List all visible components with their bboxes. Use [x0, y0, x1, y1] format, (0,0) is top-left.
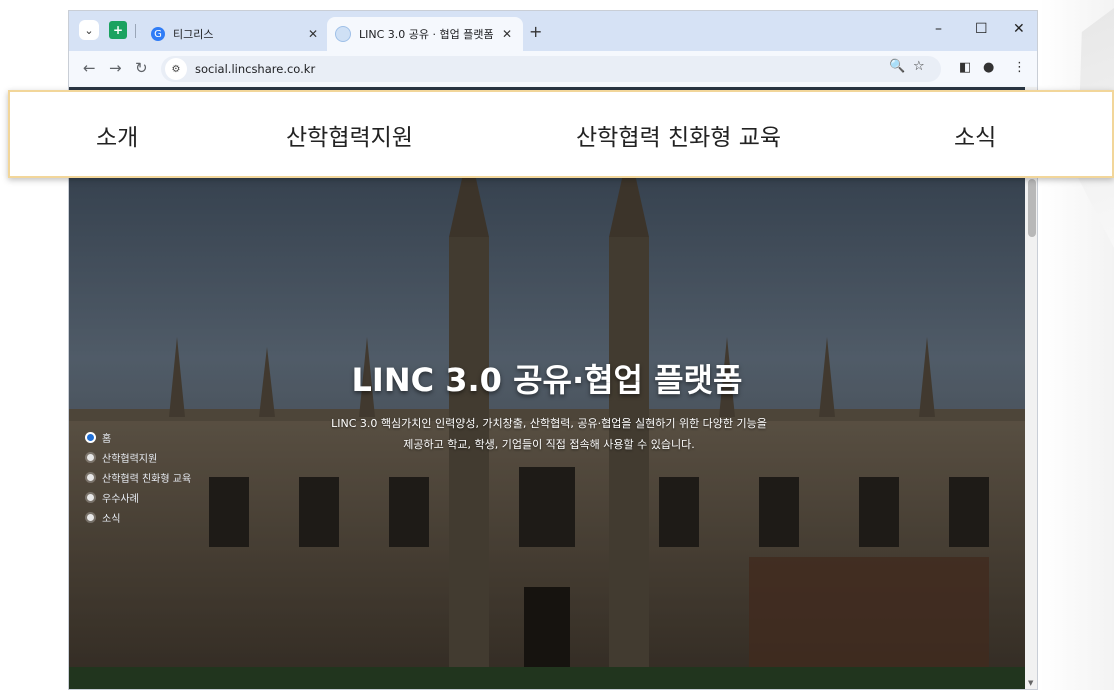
- menu-kebab-icon[interactable]: ⋮: [1013, 60, 1026, 75]
- forward-icon[interactable]: →: [109, 59, 122, 77]
- side-nav-item-cases[interactable]: 우수사례: [87, 487, 191, 507]
- dot-icon: [87, 453, 94, 461]
- nav-item-intro[interactable]: 소개: [96, 118, 138, 152]
- profile-icon[interactable]: ●: [983, 60, 994, 75]
- hero-title: LINC 3.0 공유·협업 플랫폼: [351, 361, 743, 399]
- side-nav-item-home[interactable]: 홈: [87, 427, 191, 447]
- tab-separator: [135, 24, 136, 38]
- maximize-icon[interactable]: ☐: [975, 21, 988, 37]
- scroll-down-icon[interactable]: ▼: [1028, 679, 1033, 687]
- dot-icon: [87, 473, 94, 481]
- nav-item-news[interactable]: 소식: [954, 118, 996, 152]
- side-nav-label: 홈: [102, 433, 112, 445]
- browser-toolbar: ← → ↻ ⚙ social.lincshare.co.kr 🔍 ☆ ◧ ● ⋮: [69, 51, 1037, 87]
- url-text[interactable]: social.lincshare.co.kr: [195, 62, 315, 76]
- tab-strip: ⌄ + G 티그리스 ✕ LINC 3.0 공유 · 협업 플랫폼 ✕ + – …: [69, 11, 1037, 51]
- zoom-icon[interactable]: 🔍: [889, 59, 905, 74]
- side-nav-label: 산학협력지원: [102, 453, 158, 465]
- hero-description-line: 제공하고 학교, 학생, 기업들이 직접 접속해 사용할 수 있습니다.: [403, 438, 695, 451]
- tab-title: 티그리스: [173, 28, 214, 41]
- top-navigation-zoomed: 소개 산학협력지원 산학협력 친화형 교육 소식: [8, 90, 1114, 178]
- tab-tigris[interactable]: G 티그리스 ✕: [143, 17, 329, 51]
- side-nav-item-news[interactable]: 소식: [87, 507, 191, 527]
- tab-linc[interactable]: LINC 3.0 공유 · 협업 플랫폼 ✕: [327, 17, 523, 51]
- nav-item-support[interactable]: 산학협력지원: [286, 118, 413, 152]
- dot-icon: [87, 513, 94, 521]
- site-info-icon[interactable]: ⚙: [165, 58, 187, 80]
- bookmark-star-icon[interactable]: ☆: [913, 59, 925, 74]
- back-icon[interactable]: ←: [83, 59, 96, 77]
- dot-icon: [87, 493, 94, 501]
- favicon-tigris: G: [151, 27, 165, 41]
- new-tab-icon[interactable]: +: [529, 22, 542, 41]
- nav-item-education[interactable]: 산학협력 친화형 교육: [576, 118, 781, 152]
- close-icon[interactable]: ✕: [305, 27, 321, 41]
- side-nav-label: 소식: [102, 513, 121, 525]
- active-dot-icon: [87, 433, 94, 441]
- reload-icon[interactable]: ↻: [135, 59, 148, 77]
- address-bar[interactable]: ⚙ social.lincshare.co.kr 🔍 ☆: [161, 56, 941, 82]
- hero-description: LINC 3.0 핵심가치인 인력양성, 가치창출, 산학협력, 공유·협업을 …: [289, 413, 809, 455]
- side-nav-label: 우수사례: [102, 493, 139, 505]
- side-nav-label: 산학협력 친화형 교육: [102, 473, 192, 485]
- close-window-icon[interactable]: ✕: [1013, 21, 1025, 37]
- side-navigation: 홈 산학협력지원 산학협력 친화형 교육 우수사례 소식: [87, 427, 191, 527]
- tab-list-icon[interactable]: ⌄: [79, 20, 99, 40]
- scroll-thumb[interactable]: [1028, 179, 1036, 237]
- hero-description-line: LINC 3.0 핵심가치인 인력양성, 가치창출, 산학협력, 공유·협업을 …: [331, 417, 767, 430]
- pinned-tab-icon[interactable]: +: [109, 21, 127, 39]
- side-nav-item-education[interactable]: 산학협력 친화형 교육: [87, 467, 191, 487]
- minimize-icon[interactable]: –: [935, 21, 942, 37]
- favicon-linc: [335, 26, 351, 42]
- side-nav-item-support[interactable]: 산학협력지원: [87, 447, 191, 467]
- side-panel-icon[interactable]: ◧: [959, 60, 971, 75]
- tab-title: LINC 3.0 공유 · 협업 플랫폼: [359, 28, 494, 41]
- close-icon[interactable]: ✕: [499, 27, 515, 41]
